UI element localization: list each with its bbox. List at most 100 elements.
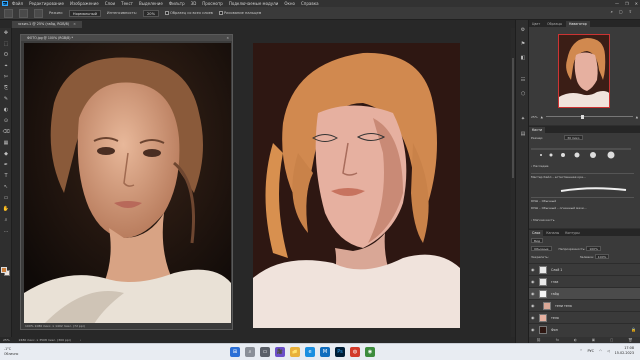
delete-layer-icon[interactable]: 🗑	[628, 338, 632, 342]
finger-paint-checkbox[interactable]: Рисование пальцем	[218, 11, 261, 15]
tab-sketch[interactable]: эскиз-1 @ 25% (гайд, RGB/8) ×	[12, 21, 82, 28]
type-tool-icon[interactable]: T	[2, 173, 10, 180]
brush-item[interactable]: КУШ – Обычный	[531, 197, 634, 204]
menu-file[interactable]: Файл	[10, 0, 25, 7]
chrome-browser-icon[interactable]: ◉	[365, 347, 375, 357]
menu-image[interactable]: Изображение	[68, 0, 101, 7]
video-chat-icon[interactable]: 🎥	[275, 347, 285, 357]
intensity-field[interactable]: 20%	[143, 9, 159, 17]
brush-item[interactable]: Мастер Кайл – естественная кра...	[531, 173, 634, 180]
layer-row[interactable]: ◉ глаз	[529, 275, 640, 287]
menu-filter[interactable]: Фильтр	[167, 0, 187, 7]
eyedropper-tool-icon[interactable]: ✎	[2, 96, 10, 103]
brush-presets-icon[interactable]: ✦	[519, 115, 527, 123]
smudge-tool-icon[interactable]: ◆	[2, 151, 10, 158]
zoom-tool-icon[interactable]: ⌕	[2, 217, 10, 224]
zoom-slider[interactable]	[545, 114, 633, 119]
pen-tool-icon[interactable]: ✒	[2, 162, 10, 169]
layer-row[interactable]: ◉ тело	[529, 311, 640, 323]
visibility-eye-icon[interactable]: ◉	[531, 327, 535, 332]
maximize-button[interactable]: ❐	[625, 1, 629, 6]
healing-tool-icon[interactable]: ◐	[2, 107, 10, 114]
visibility-eye-icon[interactable]: ◉	[531, 315, 535, 320]
menu-edit[interactable]: Редактирование	[27, 0, 66, 7]
mode-select[interactable]: Нормальный	[68, 9, 101, 17]
menu-plugins[interactable]: Подключаемые модули	[227, 0, 281, 7]
hand-tool-icon[interactable]: ✋	[2, 206, 10, 213]
menu-view[interactable]: Просмотр	[200, 0, 225, 7]
visibility-eye-icon[interactable]: ◉	[531, 303, 535, 308]
start-icon[interactable]: ⊞	[230, 347, 240, 357]
zoom-level[interactable]: 25%	[3, 338, 10, 342]
layer-row[interactable]: ◉ гайд	[529, 287, 640, 299]
eraser-tool-icon[interactable]: ⌫	[2, 129, 10, 136]
layer-kind-filter[interactable]: Вид	[531, 238, 544, 243]
quick-select-tool-icon[interactable]: ⌖	[2, 63, 10, 70]
scrollbar-thumb[interactable]	[512, 58, 514, 178]
weather-widget[interactable]: -1°C Облачно	[4, 347, 18, 357]
share-icon[interactable]: ⇪	[629, 9, 632, 14]
menu-text[interactable]: Текст	[119, 0, 135, 7]
minimize-button[interactable]: —	[615, 1, 619, 6]
brush-item[interactable]: КУШ – Обычный – огненный мази...	[531, 205, 634, 212]
menu-window[interactable]: Окно	[282, 0, 297, 7]
properties-icon[interactable]: ⚙	[519, 26, 527, 34]
crop-tool-icon[interactable]: ✄	[2, 74, 10, 81]
shapes-icon[interactable]: ⬡	[519, 90, 527, 98]
brush-group[interactable]: › Наследие	[531, 163, 634, 170]
brush-settings-icon[interactable]	[34, 8, 43, 18]
brush-size-slider[interactable]	[531, 145, 634, 159]
menu-layers[interactable]: Слои	[103, 0, 117, 7]
shape-tool-icon[interactable]: ▭	[2, 195, 10, 202]
libraries-icon[interactable]: ☷	[519, 76, 527, 84]
blend-mode-select[interactable]: Обычные	[531, 246, 552, 251]
reference-photo-window[interactable]: ФОТО.jpg @ 100% (RGB/8) * × 100% 1080 пи…	[20, 34, 233, 330]
navigator-zoom-value[interactable]: 25%	[531, 115, 538, 119]
more-tools-icon[interactable]: …	[2, 228, 10, 235]
menu-help[interactable]: Справка	[299, 0, 321, 7]
store-icon[interactable]: M	[320, 347, 330, 357]
wifi-icon[interactable]: ◠	[599, 349, 602, 353]
opera-browser-icon[interactable]: ◍	[350, 347, 360, 357]
tray-arrow-icon[interactable]: ⌃	[580, 349, 583, 353]
layer-row[interactable]: ◉ тени тела	[529, 299, 640, 311]
visibility-eye-icon[interactable]: ◉	[531, 267, 535, 272]
layer-style-icon[interactable]: fx	[556, 338, 559, 342]
smudge-tool-preset-icon[interactable]	[19, 8, 28, 18]
adjustments-icon[interactable]: ◧	[519, 54, 527, 62]
search-icon[interactable]: ⌕	[611, 9, 613, 14]
menu-3d[interactable]: 3D	[189, 0, 199, 7]
history-icon[interactable]: ⚑	[519, 40, 527, 48]
close-icon[interactable]: ×	[226, 35, 229, 41]
layer-row[interactable]: ◉ Фон 🔒	[529, 323, 640, 335]
volume-icon[interactable]: ◁	[607, 349, 610, 353]
new-layer-icon[interactable]: ▢	[610, 338, 613, 342]
clock[interactable]: 17:08 15.02.2023	[615, 346, 634, 356]
close-button[interactable]: ✕	[635, 1, 638, 6]
zoom-out-icon[interactable]: ▲	[541, 115, 543, 119]
link-layers-icon[interactable]: ⛓	[536, 338, 540, 342]
reference-photo[interactable]	[24, 43, 231, 324]
add-mask-icon[interactable]: ▣	[592, 338, 595, 342]
painting-canvas[interactable]	[253, 43, 460, 328]
zoom-slider-knob[interactable]	[580, 114, 584, 119]
brush-group[interactable]: › Мягкая кисть	[531, 217, 634, 224]
visibility-eye-icon[interactable]: ◉	[531, 279, 535, 284]
status-arrow-icon[interactable]: ›	[80, 338, 81, 342]
gradient-tool-icon[interactable]: ▦	[2, 140, 10, 147]
frame-tool-icon[interactable]: ⎘	[2, 85, 10, 92]
lasso-tool-icon[interactable]: ʘ	[2, 52, 10, 59]
visibility-eye-icon[interactable]: ◉	[531, 291, 535, 296]
adjustment-layer-icon[interactable]: ◐	[574, 338, 577, 342]
fill-field[interactable]: 100%	[594, 254, 610, 259]
paragraph-icon[interactable]: ▤	[519, 130, 527, 138]
task-view-icon[interactable]: ▭	[260, 347, 270, 357]
workspace-icon[interactable]: ▢	[619, 9, 623, 14]
reference-window-title[interactable]: ФОТО.jpg @ 100% (RGB/8) * ×	[21, 35, 232, 41]
photoshop-taskbar-icon[interactable]: Ps	[335, 347, 345, 357]
path-select-tool-icon[interactable]: ↖	[2, 184, 10, 191]
edge-browser-icon[interactable]: e	[305, 347, 315, 357]
layer-row[interactable]: ◉ Слой 1	[529, 263, 640, 275]
brush-size-field[interactable]: 30 пикс.	[564, 135, 584, 140]
menu-select[interactable]: Выделение	[137, 0, 165, 7]
